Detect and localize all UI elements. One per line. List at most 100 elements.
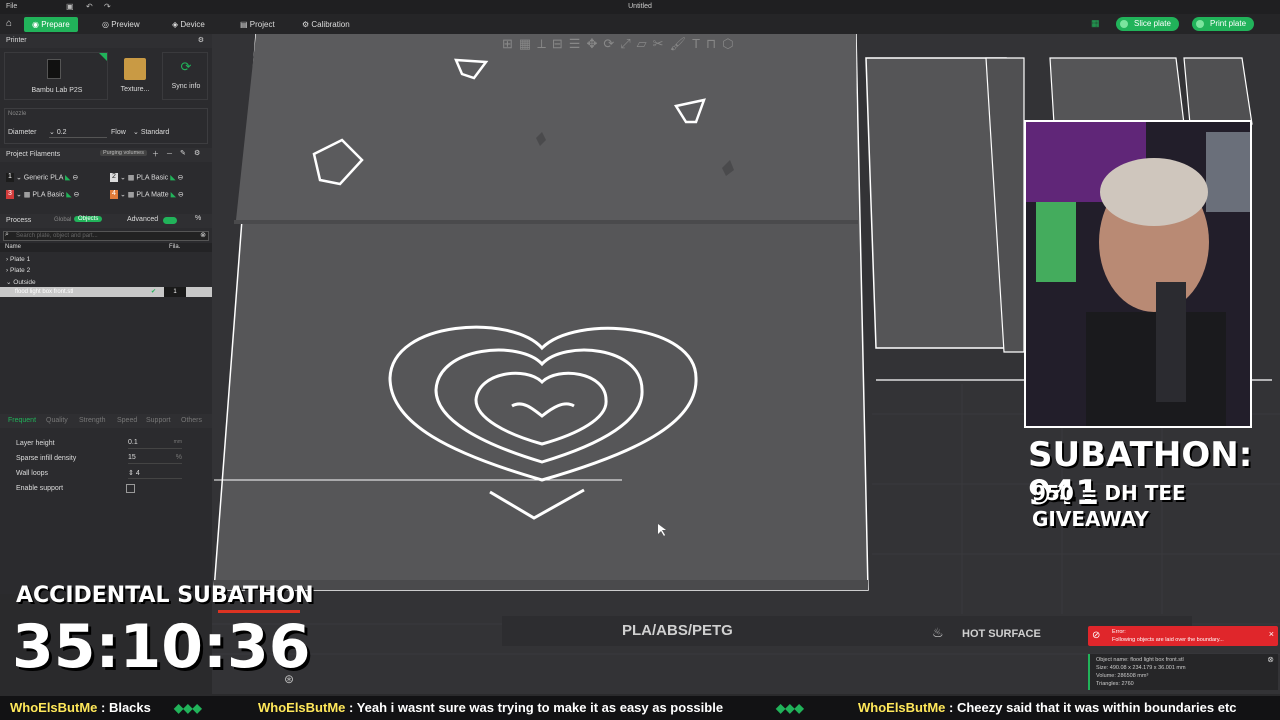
error-message: Following objects are laid over the boun…	[1112, 637, 1224, 643]
scale-icon[interactable]: ⤢	[620, 36, 636, 51]
nozzle-label: Nozzle	[8, 111, 27, 117]
webcam-image	[1026, 122, 1250, 426]
printer-section-header: Printer ⚙	[0, 34, 212, 48]
object-info-line: Size: 490.08 x 234.179 x 36.001 mm	[1096, 665, 1186, 671]
tab-calibration[interactable]: ⚙ Calibration	[294, 17, 358, 32]
tab-prepare[interactable]: ◉ Prepare	[24, 17, 78, 32]
visible-check-icon[interactable]: ✔	[151, 288, 156, 295]
tab-preview[interactable]: ◎ Preview	[94, 17, 148, 32]
sync-info-button[interactable]: ⟳ Sync info	[162, 52, 208, 100]
sync-icon: ⟳	[180, 59, 192, 74]
layer-height-label: Layer height	[16, 440, 55, 447]
print-plate-button[interactable]: Print plate	[1192, 17, 1255, 31]
object-info-line: Volume: 286508 mm³	[1096, 673, 1149, 679]
bed-filament-label: PLA/ABS/PETG	[622, 622, 733, 639]
bed-hot-surface-label: HOT SURFACE	[962, 628, 1041, 640]
remove-filament-icon[interactable]: －	[166, 149, 173, 159]
flow-select[interactable]: ⌄ Standard	[133, 128, 203, 138]
object-info-line: Triangles: 2760	[1096, 681, 1134, 687]
edit-filament-icon[interactable]: ✎	[180, 149, 186, 157]
subathon-timer: 35:10:36	[12, 612, 311, 682]
lay-flat-icon[interactable]: ▱	[637, 36, 653, 51]
error-banner: ⊘ Error: Following objects are laid over…	[1088, 626, 1278, 646]
global-toggle[interactable]: Global	[54, 217, 71, 223]
layer-height-input[interactable]: 0.1 mm	[128, 439, 182, 449]
app-window: File ▣ ↶ ↷ Untitled ⌂ ◉ Prepare ◎ Previe…	[0, 0, 1280, 720]
tree-plate-2[interactable]: › Plate 2	[6, 267, 30, 274]
wall-loops-stepper[interactable]: ⇕ 4	[128, 469, 182, 479]
settings-tabs: Frequent Quality Strength Speed Support …	[0, 414, 212, 428]
printer-card[interactable]: Bambu Lab P2S	[4, 52, 108, 100]
paint-icon[interactable]: 🖌	[670, 36, 693, 51]
rotate-icon[interactable]: ⟳	[603, 36, 620, 51]
error-notification: ⊘ Error: Following objects are laid over…	[1088, 626, 1278, 690]
layers-icon[interactable]: ☰	[569, 36, 587, 51]
tab-project[interactable]: ▤ Project	[232, 17, 283, 32]
tab-device[interactable]: ◈ Device	[164, 17, 213, 32]
chat-badge-icon: ◆◆◆	[776, 701, 804, 715]
tab-frequent[interactable]: Frequent	[8, 417, 36, 424]
filament-settings-icon[interactable]: ⚙	[194, 149, 200, 157]
grid-icon[interactable]: ▦	[519, 36, 537, 51]
infill-density-input[interactable]: 15%	[128, 454, 182, 464]
purging-volumes-button[interactable]: Purging volumes	[100, 150, 147, 156]
tab-quality[interactable]: Quality	[46, 417, 68, 424]
assembly-icon[interactable]: ⬡	[722, 36, 739, 51]
wall-loops-label: Wall loops	[16, 470, 49, 477]
layout-icon[interactable]: ▦	[1091, 18, 1100, 29]
infill-density-label: Sparse infill density	[16, 455, 77, 462]
error-icon: ⊘	[1092, 630, 1101, 641]
printer-thumbnail-icon	[47, 59, 61, 79]
arrange-icon[interactable]: ⊟	[552, 36, 569, 51]
add-filament-icon[interactable]: ＋	[152, 149, 159, 159]
object-info-line: Object name: flood light box front.stl	[1096, 657, 1184, 663]
title-bar: File ▣ ↶ ↷ Untitled	[0, 0, 1280, 14]
error-title: Error:	[1112, 629, 1126, 635]
process-section-header: Process Global Objects Advanced %	[0, 214, 212, 228]
bed-texture-card[interactable]: Texture...	[112, 52, 158, 100]
object-filament-badge[interactable]: 1	[164, 287, 186, 297]
filament-item[interactable]: 2 ⌄ ▦ PLA Basic ◣ ⊖	[110, 173, 183, 182]
printer-model: Bambu Lab P2S	[31, 87, 83, 94]
tab-speed[interactable]: Speed	[117, 417, 137, 424]
accidental-subathon-label: ACCIDENTAL SUBATHON	[16, 583, 314, 608]
tab-others[interactable]: Others	[181, 417, 202, 424]
text-icon[interactable]: T	[692, 36, 706, 51]
move-icon[interactable]: ✥	[586, 36, 603, 51]
cut-icon[interactable]: ✂	[653, 36, 670, 51]
filament-item[interactable]: 4 ⌄ ▦ PLA Matte ◣ ⊖	[110, 190, 184, 199]
search-input[interactable]: ⌕ Search plate, object and part... ⊗	[3, 231, 209, 241]
camera-view-icon[interactable]: ⊛	[284, 672, 294, 686]
measure-icon[interactable]: ⊓	[706, 36, 722, 51]
filament-item[interactable]: 1 ⌄ Generic PLA ◣ ⊖	[6, 173, 78, 182]
tab-strength[interactable]: Strength	[79, 417, 105, 424]
error-close-icon[interactable]: ×	[1269, 629, 1274, 639]
tree-object-selected[interactable]: flood light box front.stl ✔ 1	[0, 287, 212, 297]
printer-settings-icon[interactable]: ⚙	[198, 36, 204, 44]
diameter-select[interactable]: ⌄ 0.2	[49, 128, 107, 138]
chat-message: WhoElsButMe : Yeah i wasnt sure was tryi…	[258, 700, 724, 715]
giveaway-text: 950 = DH TEE GIVEAWAY	[1032, 481, 1186, 531]
hot-surface-icon: ♨	[932, 626, 944, 641]
sync-label: Sync info	[171, 83, 201, 90]
add-object-icon[interactable]: ⊞	[502, 36, 519, 51]
objects-toggle[interactable]: Objects	[74, 216, 103, 222]
home-icon[interactable]: ⌂	[6, 18, 12, 29]
object-info-panel: Object name: flood light box front.stl S…	[1088, 654, 1278, 690]
tree-outside[interactable]: ⌄ Outside	[6, 278, 36, 286]
tab-support[interactable]: Support	[146, 417, 171, 424]
orient-icon[interactable]: ⟂	[537, 36, 552, 51]
object-list-header: Name Fila.	[0, 243, 212, 252]
percent-icon[interactable]: %	[195, 215, 201, 222]
enable-support-checkbox[interactable]	[126, 484, 135, 493]
info-close-icon[interactable]: ⊗	[1267, 656, 1274, 664]
tree-plate-1[interactable]: › Plate 1	[6, 256, 30, 263]
texture-thumbnail-icon	[124, 58, 146, 80]
slice-plate-button[interactable]: Slice plate	[1116, 17, 1179, 31]
search-icon: ⌕	[5, 231, 9, 238]
flow-label: Flow	[111, 129, 126, 136]
chat-message: WhoElsButMe : Cheezy said that it was wi…	[858, 700, 1237, 715]
clear-search-icon[interactable]: ⊗	[200, 231, 206, 239]
filament-item[interactable]: 3 ⌄ ▦ PLA Basic ◣ ⊖	[6, 190, 79, 199]
advanced-toggle[interactable]	[163, 217, 177, 224]
